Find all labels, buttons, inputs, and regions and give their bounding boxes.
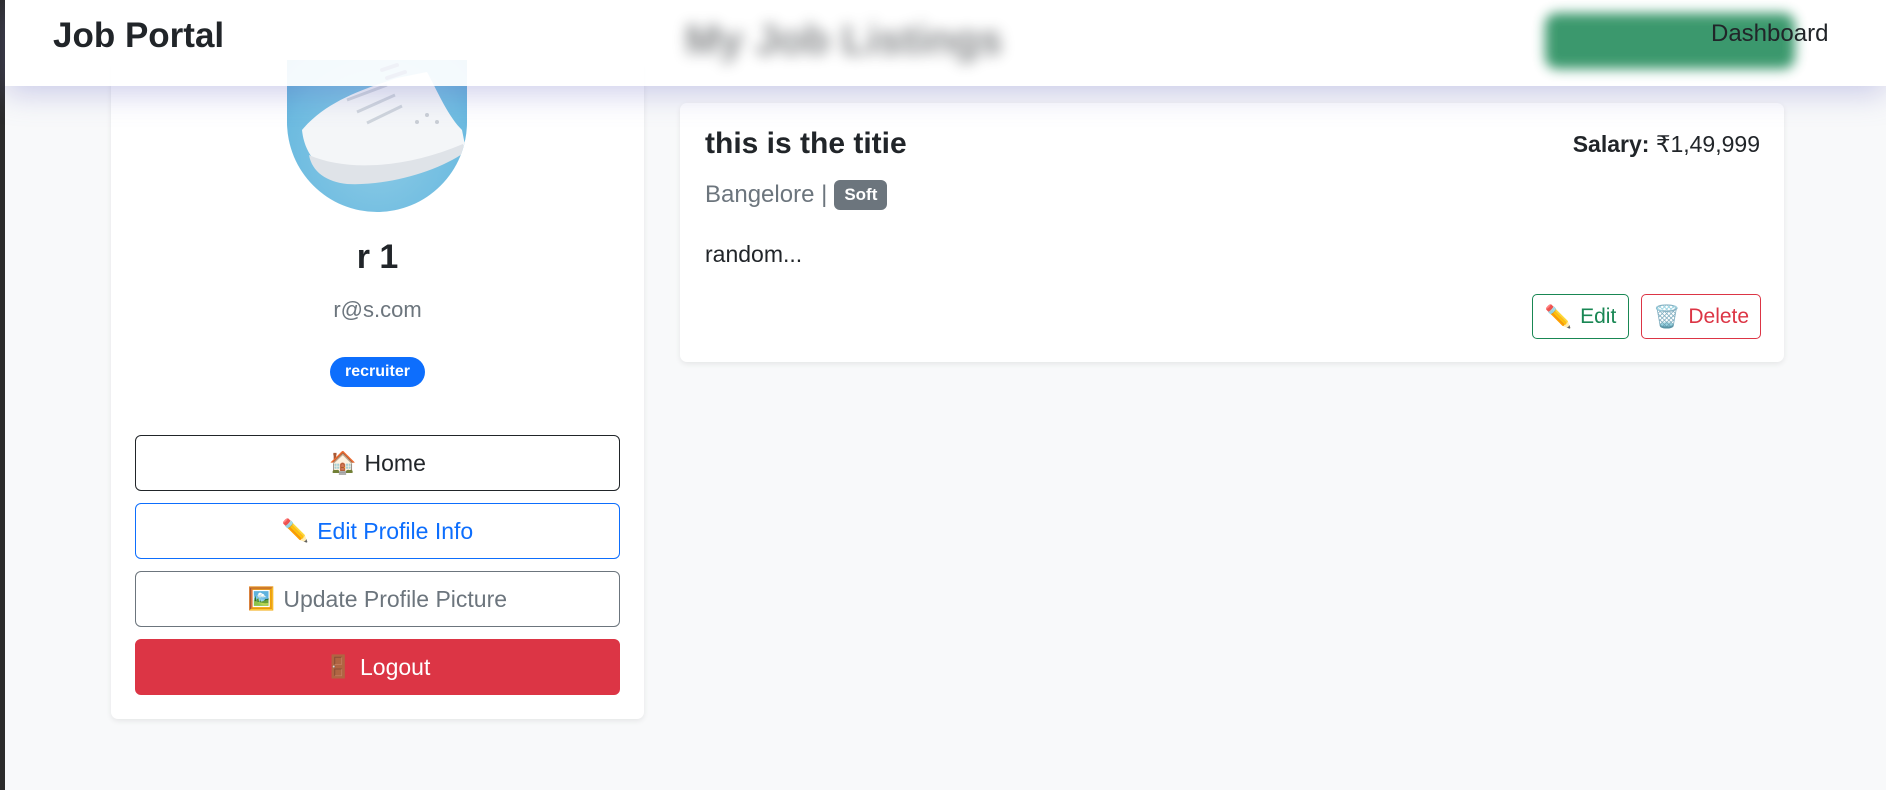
role-badge: recruiter xyxy=(330,357,425,387)
job-location: Bangelore | xyxy=(705,181,828,208)
dashboard-link[interactable]: Dashboard xyxy=(1711,20,1828,48)
profile-card: r 1 r@s.com recruiter 🏠 Home ✏️ Edit Pro… xyxy=(111,60,644,719)
delete-job-button[interactable]: 🗑️ Delete xyxy=(1641,294,1761,339)
window-edge xyxy=(0,0,5,790)
house-icon: 🏠 xyxy=(329,450,357,475)
logout-button[interactable]: 🚪 Logout xyxy=(135,639,620,695)
home-button[interactable]: 🏠 Home xyxy=(135,435,620,491)
home-button-label: Home xyxy=(364,449,426,476)
profile-email: r@s.com xyxy=(333,297,422,322)
edit-job-button-label: Edit xyxy=(1580,304,1617,328)
edit-profile-button-label: Edit Profile Info xyxy=(317,517,474,544)
edit-profile-button[interactable]: ✏️ Edit Profile Info xyxy=(135,503,620,559)
trash-icon: 🗑️ xyxy=(1652,303,1681,329)
salary-value: ₹1,49,999 xyxy=(1655,131,1760,157)
job-type-badge: Soft xyxy=(834,180,888,210)
pencil-icon: ✏️ xyxy=(281,518,310,543)
edit-job-button[interactable]: ✏️ Edit xyxy=(1532,294,1629,339)
brand-logo[interactable]: Job Portal xyxy=(53,16,224,56)
update-picture-button[interactable]: 🖼️ Update Profile Picture xyxy=(135,571,620,627)
logout-button-label: Logout xyxy=(360,653,431,680)
delete-job-button-label: Delete xyxy=(1688,304,1750,328)
door-icon: 🚪 xyxy=(324,654,353,679)
job-title: this is the titie xyxy=(705,127,907,160)
job-card: this is the titie Salary: ₹1,49,999 Bang… xyxy=(680,103,1784,362)
pencil-icon: ✏️ xyxy=(1544,303,1573,329)
salary-label: Salary: xyxy=(1572,131,1650,157)
page-title: My Job Listings xyxy=(685,16,1003,63)
profile-name: r 1 xyxy=(356,238,399,276)
update-picture-button-label: Update Profile Picture xyxy=(283,585,508,612)
job-description: random... xyxy=(705,241,803,267)
picture-icon: 🖼️ xyxy=(247,586,276,611)
job-salary: Salary: ₹1,49,999 xyxy=(1573,131,1760,158)
job-meta: Bangelore | Soft xyxy=(705,180,888,210)
navbar: Job Portal My Job Listings Dashboard xyxy=(5,0,1886,86)
